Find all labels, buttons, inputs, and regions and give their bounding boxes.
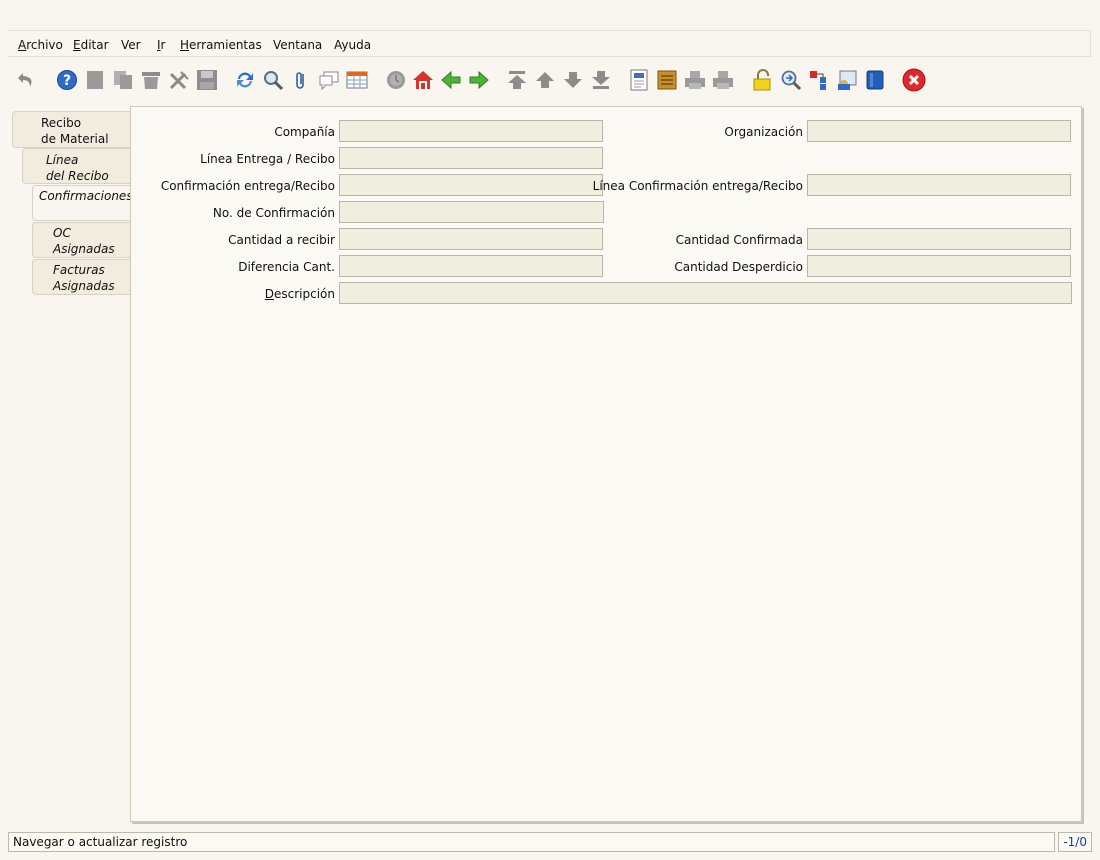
lock-icon[interactable] xyxy=(751,68,775,92)
delete-selection-icon[interactable] xyxy=(167,68,191,92)
cantidad-confirmada-label: Cantidad Confirmada xyxy=(675,233,803,247)
chat-icon[interactable] xyxy=(317,68,341,92)
tab-recibo-de-material[interactable]: Recibo de Material xyxy=(12,111,130,148)
svg-text:?: ? xyxy=(63,73,71,89)
tab-linea-del-recibo[interactable]: Línea del Recibo xyxy=(22,148,130,184)
menu-ayuda[interactable]: Ayuda xyxy=(334,38,371,52)
report-icon[interactable] xyxy=(627,68,651,92)
next-record-icon[interactable] xyxy=(561,68,585,92)
descripcion-label-accel: D xyxy=(264,287,274,301)
product-info-icon[interactable] xyxy=(863,68,887,92)
tab-oc-asignadas[interactable]: OC Asignadas xyxy=(32,222,130,258)
diferencia-field[interactable] xyxy=(339,255,603,277)
cantidad-recibir-field[interactable] xyxy=(339,228,603,250)
confirmacion-entrega-label: Confirmación entrega/Recibo xyxy=(160,179,335,193)
attachment-icon[interactable] xyxy=(289,68,313,92)
tab-label-line2: del Recibo xyxy=(46,169,109,183)
linea-confirmacion-label: Línea Confirmación entrega/Recibo xyxy=(592,179,803,193)
undo-icon[interactable] xyxy=(15,68,39,92)
diferencia-label: Diferencia Cant. xyxy=(238,260,335,274)
history-icon[interactable] xyxy=(384,68,408,92)
save-icon[interactable] xyxy=(195,68,219,92)
request-icon[interactable] xyxy=(835,68,859,92)
menu-ventana[interactable]: Ventana xyxy=(273,38,322,52)
tab-label-line2: Asignadas xyxy=(53,242,115,256)
menu-bar: Archivo Editar Ver Ir Herramientas Venta… xyxy=(8,30,1091,57)
tab-label-line1: Facturas xyxy=(53,263,105,277)
tab-label-line1: Confirmaciones xyxy=(39,189,133,203)
detail-record-icon[interactable] xyxy=(467,68,491,92)
delete-icon[interactable] xyxy=(139,68,163,92)
first-record-icon[interactable] xyxy=(505,68,529,92)
tab-confirmaciones[interactable]: Confirmaciones xyxy=(32,185,133,221)
help-icon[interactable]: ? xyxy=(55,68,79,92)
home-icon[interactable] xyxy=(411,68,435,92)
tab-label-line1: OC xyxy=(53,226,71,240)
menu-archivo[interactable]: Archivo xyxy=(18,38,63,52)
desperdicio-field[interactable] xyxy=(807,255,1071,277)
zoom-across-icon[interactable] xyxy=(779,68,803,92)
cantidad-recibir-label: Cantidad a recibir xyxy=(228,233,335,247)
compania-label: Compañía xyxy=(274,125,335,139)
archive-icon[interactable] xyxy=(655,68,679,92)
menu-ir[interactable]: Ir xyxy=(157,38,165,52)
no-confirmacion-label: No. de Confirmación xyxy=(212,206,335,220)
menu-ver[interactable]: Ver xyxy=(121,38,141,52)
descripcion-label: Descripción xyxy=(265,287,335,301)
tab-facturas-asignadas[interactable]: Facturas Asignadas xyxy=(32,259,130,295)
organizacion-label: Organización xyxy=(724,125,803,139)
linea-entrega-label: Línea Entrega / Recibo xyxy=(200,152,335,166)
menu-herramientas[interactable]: Herramientas xyxy=(180,38,262,52)
find-icon[interactable] xyxy=(261,68,285,92)
cantidad-confirmada-field[interactable] xyxy=(807,228,1071,250)
tab-label-line2: Asignadas xyxy=(53,279,115,293)
toolbar: ? xyxy=(0,62,1100,98)
compania-field[interactable] xyxy=(339,120,603,142)
new-record-icon[interactable] xyxy=(83,68,107,92)
grid-toggle-icon[interactable] xyxy=(345,68,369,92)
desperdicio-label: Cantidad Desperdicio xyxy=(674,260,803,274)
descripcion-field[interactable] xyxy=(339,282,1072,304)
organizacion-field[interactable] xyxy=(807,120,1071,142)
record-info[interactable]: -1/0 xyxy=(1058,832,1092,852)
parent-record-icon[interactable] xyxy=(439,68,463,92)
tab-label-line2: de Material xyxy=(41,132,109,146)
tab-label-line1: Línea xyxy=(46,153,79,167)
menu-editar[interactable]: Editar xyxy=(73,38,109,52)
last-record-icon[interactable] xyxy=(589,68,613,92)
linea-confirmacion-field[interactable] xyxy=(807,174,1071,196)
print-preview-icon[interactable] xyxy=(683,68,707,92)
tab-label-line1: Recibo xyxy=(41,116,82,130)
refresh-icon[interactable] xyxy=(233,68,257,92)
status-bar: Navegar o actualizar registro xyxy=(8,832,1055,852)
confirmacion-entrega-field[interactable] xyxy=(339,174,603,196)
no-confirmacion-field[interactable] xyxy=(339,201,604,223)
copy-record-icon[interactable] xyxy=(111,68,135,92)
workflow-icon[interactable] xyxy=(807,68,831,92)
print-icon[interactable] xyxy=(711,68,735,92)
previous-record-icon[interactable] xyxy=(533,68,557,92)
exit-icon[interactable] xyxy=(902,68,926,92)
linea-entrega-field[interactable] xyxy=(339,147,603,169)
descripcion-label-rest: escripción xyxy=(274,287,335,301)
